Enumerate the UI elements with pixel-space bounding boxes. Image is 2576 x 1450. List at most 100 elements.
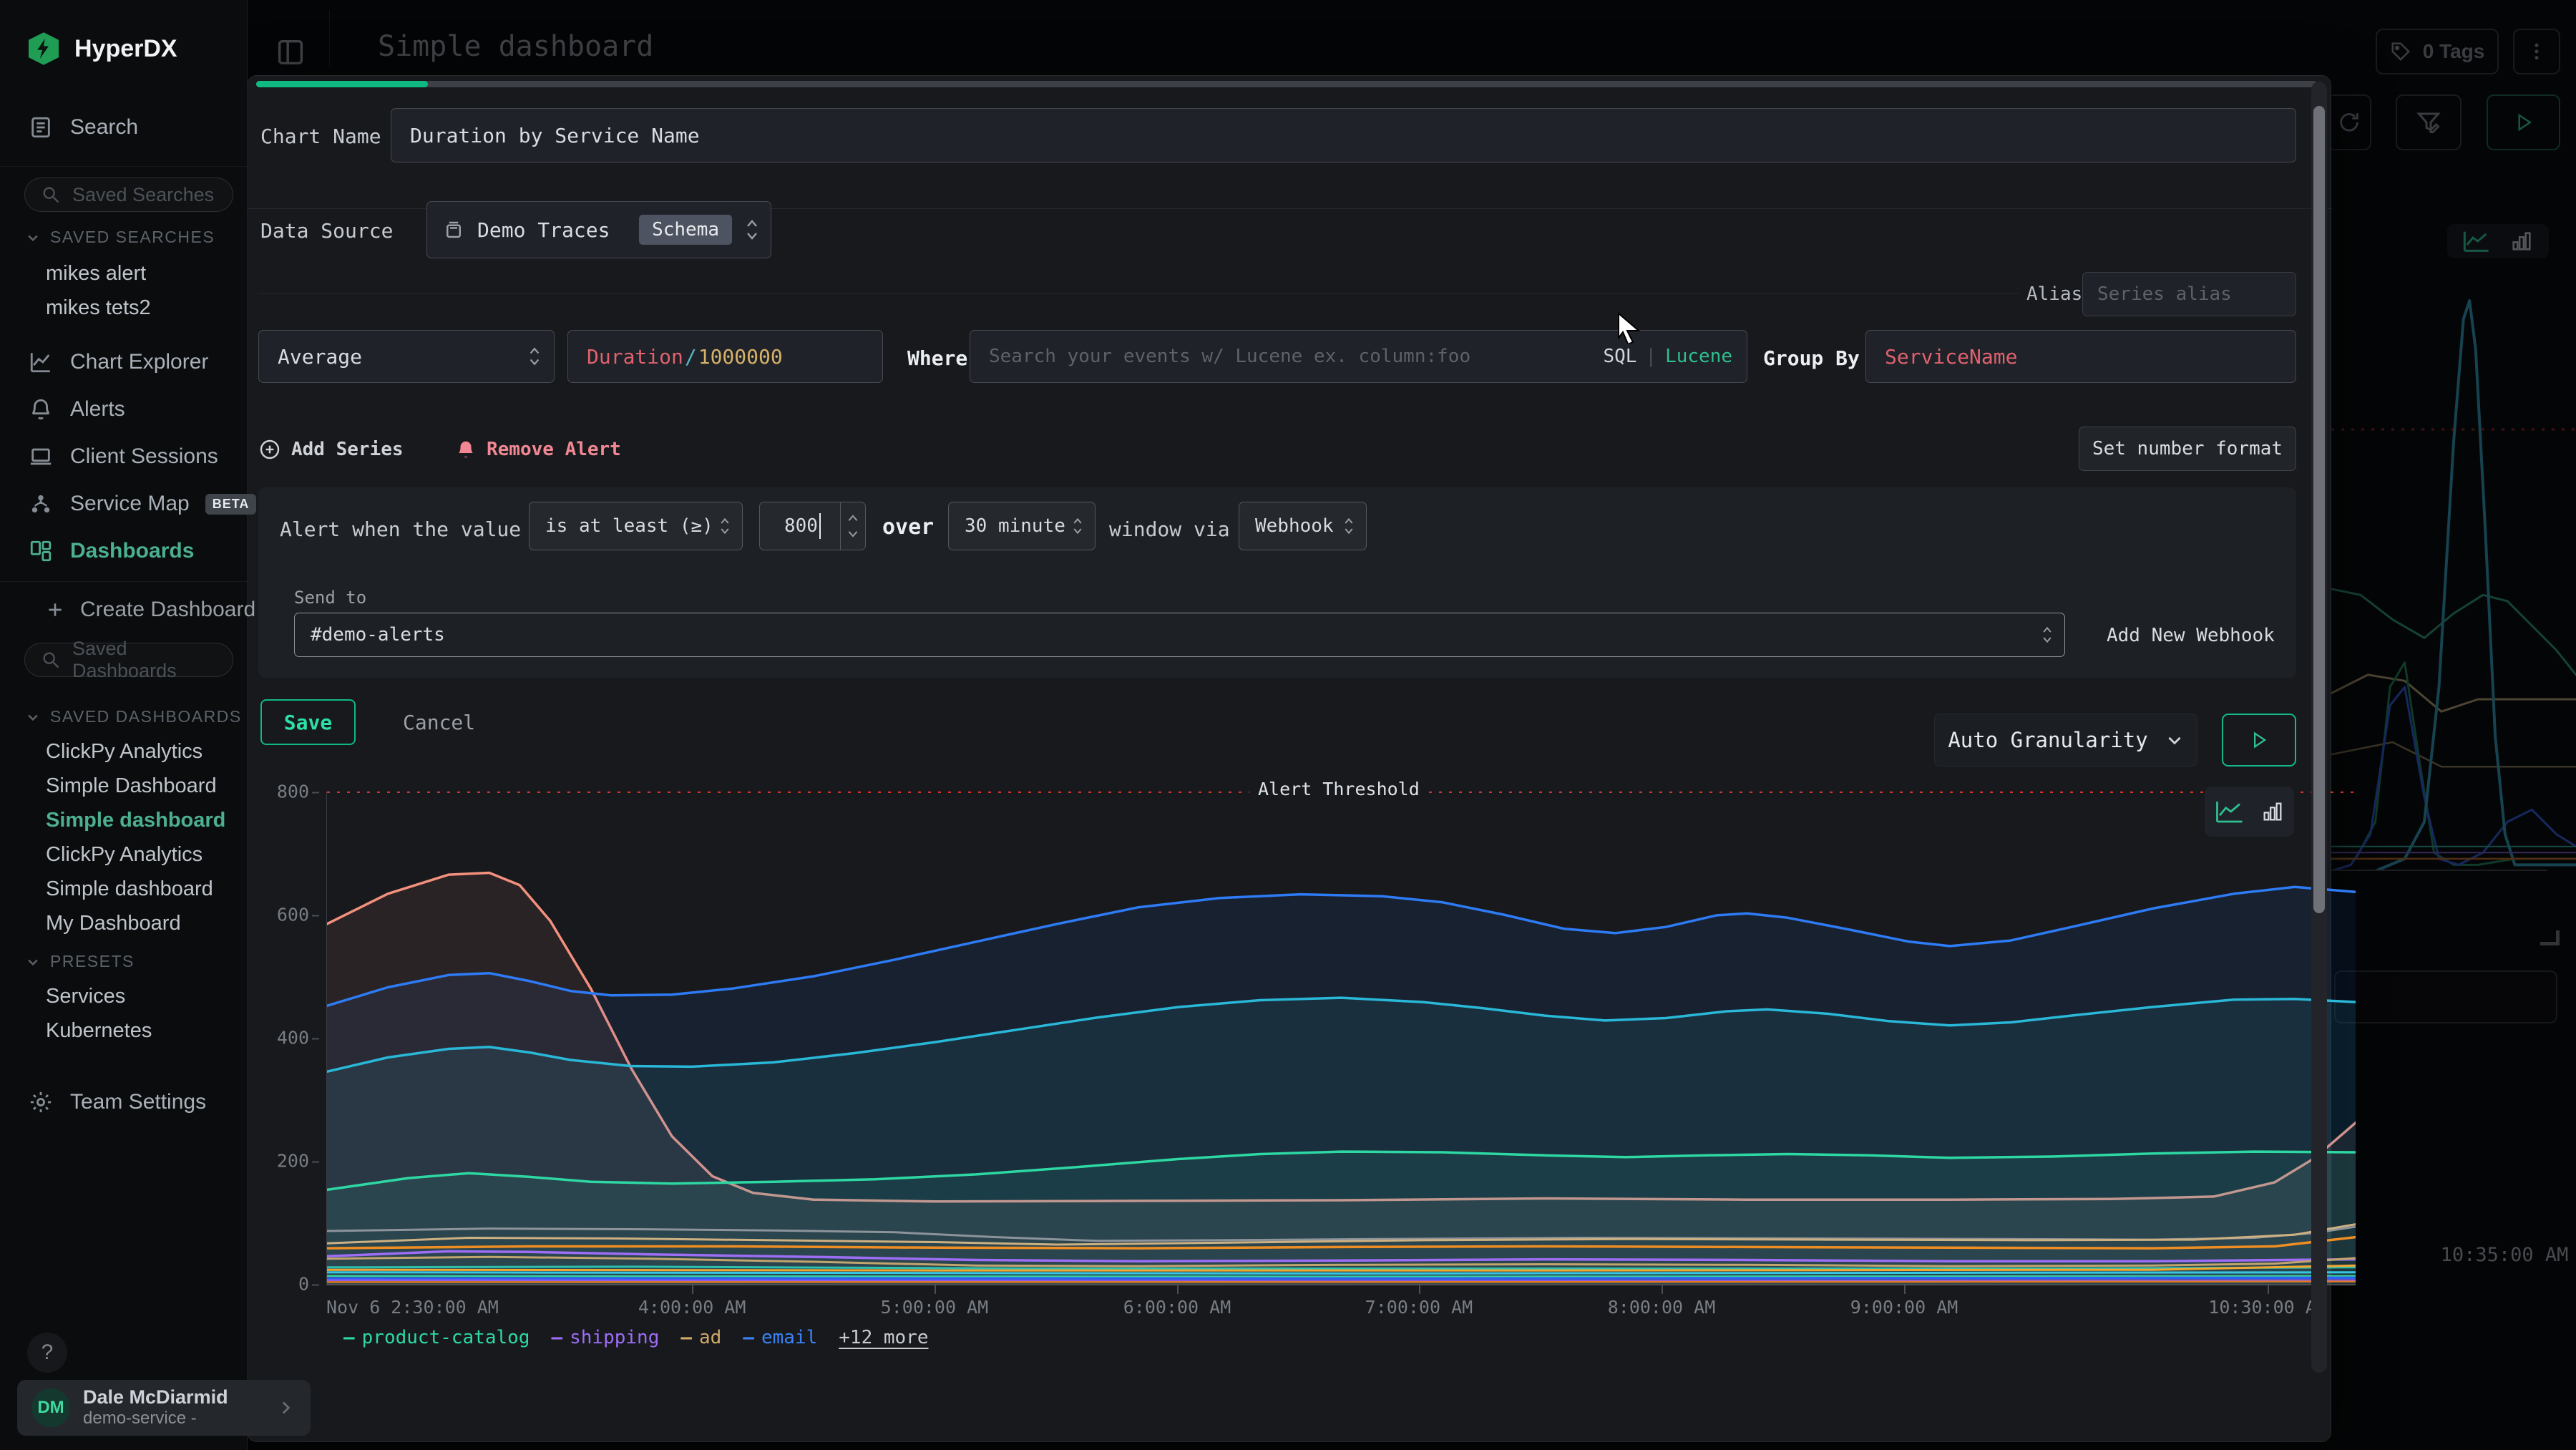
sidebar-item-search[interactable]: Search [0,107,275,147]
chevron-down-icon [26,710,40,724]
alert-threshold-input[interactable]: 800 [759,502,866,550]
sidebar-item-alerts[interactable]: Alerts [0,389,275,429]
send-to-label: Send to [294,588,366,608]
sidebar-item-label: Search [70,115,138,140]
text-caret [819,513,821,539]
add-new-webhook-link[interactable]: Add New Webhook [2107,625,2275,646]
remove-alert-button[interactable]: Remove Alert [455,428,621,471]
search-doc-icon [29,115,54,140]
legend-item[interactable]: —product-catalog [343,1327,530,1348]
mouse-cursor [1616,312,1644,344]
run-chart-button[interactable] [2222,714,2296,767]
alert-prefix-label: Alert when the value [280,517,521,541]
schema-badge: Schema [639,215,732,245]
webhook-select[interactable]: #demo-alerts [294,613,2065,657]
saved-searches-placeholder: Saved Searches [72,184,214,206]
chart-type-toggle[interactable] [2205,787,2294,837]
play-icon [2249,730,2269,750]
user-name: Dale McDiarmid [83,1387,263,1408]
saved-dashboards-header[interactable]: SAVED DASHBOARDS [0,707,242,726]
sidebar-item-dashboards[interactable]: Dashboards [0,531,275,571]
select-chevrons-icon [528,345,541,368]
progress-bar-fill [256,81,428,87]
formula-operator: / [685,345,697,369]
granularity-select[interactable]: Auto Granularity [1934,714,2197,767]
scrollbar-thumb[interactable] [2313,106,2325,913]
data-source-select[interactable]: Demo Traces Schema [426,201,771,258]
sidebar-item-chart-explorer[interactable]: Chart Explorer [0,342,275,382]
app-title: HyperDX [74,35,177,63]
search-icon [41,185,61,205]
alert-channel-select[interactable]: Webhook [1239,502,1367,550]
user-menu[interactable]: DM Dale McDiarmid demo-service - [17,1380,311,1436]
saved-search-item[interactable]: mikes tets2 [0,291,293,325]
cancel-button[interactable]: Cancel [403,699,475,745]
legend-item[interactable]: —email [743,1327,817,1348]
chart-name-label: Chart Name [260,125,381,148]
sidebar-item-client-sessions[interactable]: Client Sessions [0,437,275,477]
laptop-icon [29,444,54,469]
legend-more-link[interactable]: +12 more [839,1327,928,1348]
alert-window-select[interactable]: 30 minute [948,502,1096,550]
preset-item[interactable]: Services [0,979,293,1013]
number-stepper[interactable] [840,502,865,550]
line-chart-icon[interactable] [2215,799,2245,824]
saved-dashboard-item[interactable]: ClickPy Analytics [0,734,293,769]
lucene-toggle[interactable]: Lucene [1665,346,1732,367]
chevron-right-icon [276,1398,295,1417]
chevron-down-icon [26,955,40,969]
saved-searches-input[interactable]: Saved Searches [24,177,233,212]
add-series-button[interactable]: Add Series [258,428,404,471]
user-subtitle: demo-service - [83,1408,263,1429]
sql-toggle[interactable]: SQL [1603,346,1636,367]
chart-name-input[interactable]: Duration by Service Name [391,108,2296,162]
preset-item[interactable]: Kubernetes [0,1013,293,1048]
divider [0,166,247,167]
data-source-label: Data Source [260,219,393,243]
chart-line-icon [29,350,54,374]
legend-item[interactable]: —shipping [551,1327,659,1348]
legend-item[interactable]: —ad [680,1327,721,1348]
sidebar-item-service-map[interactable]: Service Map BETA [0,484,275,524]
progress-bar-track [256,81,2317,87]
aggregation-select[interactable]: Average [258,330,555,383]
line-chart [327,792,2356,1284]
bell-icon [455,439,477,460]
sidebar-item-team-settings[interactable]: Team Settings [0,1082,275,1122]
divider [258,293,2019,294]
set-number-format-button[interactable]: Set number format [2079,427,2296,471]
alert-config-panel: Alert when the value is at least (≥) 800… [258,487,2296,678]
group-by-label: Group By [1763,346,1860,370]
saved-dashboards-input[interactable]: Saved Dashboards [24,643,233,677]
chevron-down-icon [2165,731,2184,749]
saved-search-item[interactable]: mikes alert [0,256,293,291]
hyperdx-logo-icon [29,31,59,66]
saved-dashboard-item-active[interactable]: Simple dashboard [0,803,293,837]
select-chevrons-icon [719,515,731,537]
select-chevrons-icon [2041,624,2053,646]
saved-dashboard-item[interactable]: My Dashboard [0,906,293,940]
bar-chart-icon[interactable] [2260,799,2285,824]
create-dashboard-button[interactable]: Create Dashboard [17,590,275,630]
saved-dashboard-item[interactable]: Simple Dashboard [0,769,293,803]
search-icon [41,650,61,670]
chart-plot-area [326,792,2356,1285]
where-label: Where [907,346,967,370]
formula-input[interactable]: Duration / 1000000 [567,330,883,383]
help-button[interactable]: ? [27,1333,67,1373]
saved-dashboard-item[interactable]: ClickPy Analytics [0,837,293,872]
sidebar: HyperDX Search Saved Searches SAVED SEAR… [0,0,248,1450]
saved-dashboard-item[interactable]: Simple dashboard [0,872,293,906]
chevron-down-icon [26,230,40,245]
alert-condition-select[interactable]: is at least (≥) [529,502,743,550]
group-by-input[interactable]: ServiceName [1865,330,2296,383]
alias-input[interactable]: Series alias [2082,272,2296,316]
avatar: DM [31,1388,70,1427]
hierarchy-icon [29,492,54,516]
saved-searches-header[interactable]: SAVED SEARCHES [0,228,215,247]
x-axis-labels: Nov 6 2:30:00 AM4:00:00 AM5:00:00 AM6:00… [326,1297,2355,1325]
select-chevrons-icon [745,218,759,242]
divider [0,581,247,582]
alert-threshold-label: Alert Threshold [1249,779,1428,799]
presets-header[interactable]: PRESETS [0,952,135,971]
